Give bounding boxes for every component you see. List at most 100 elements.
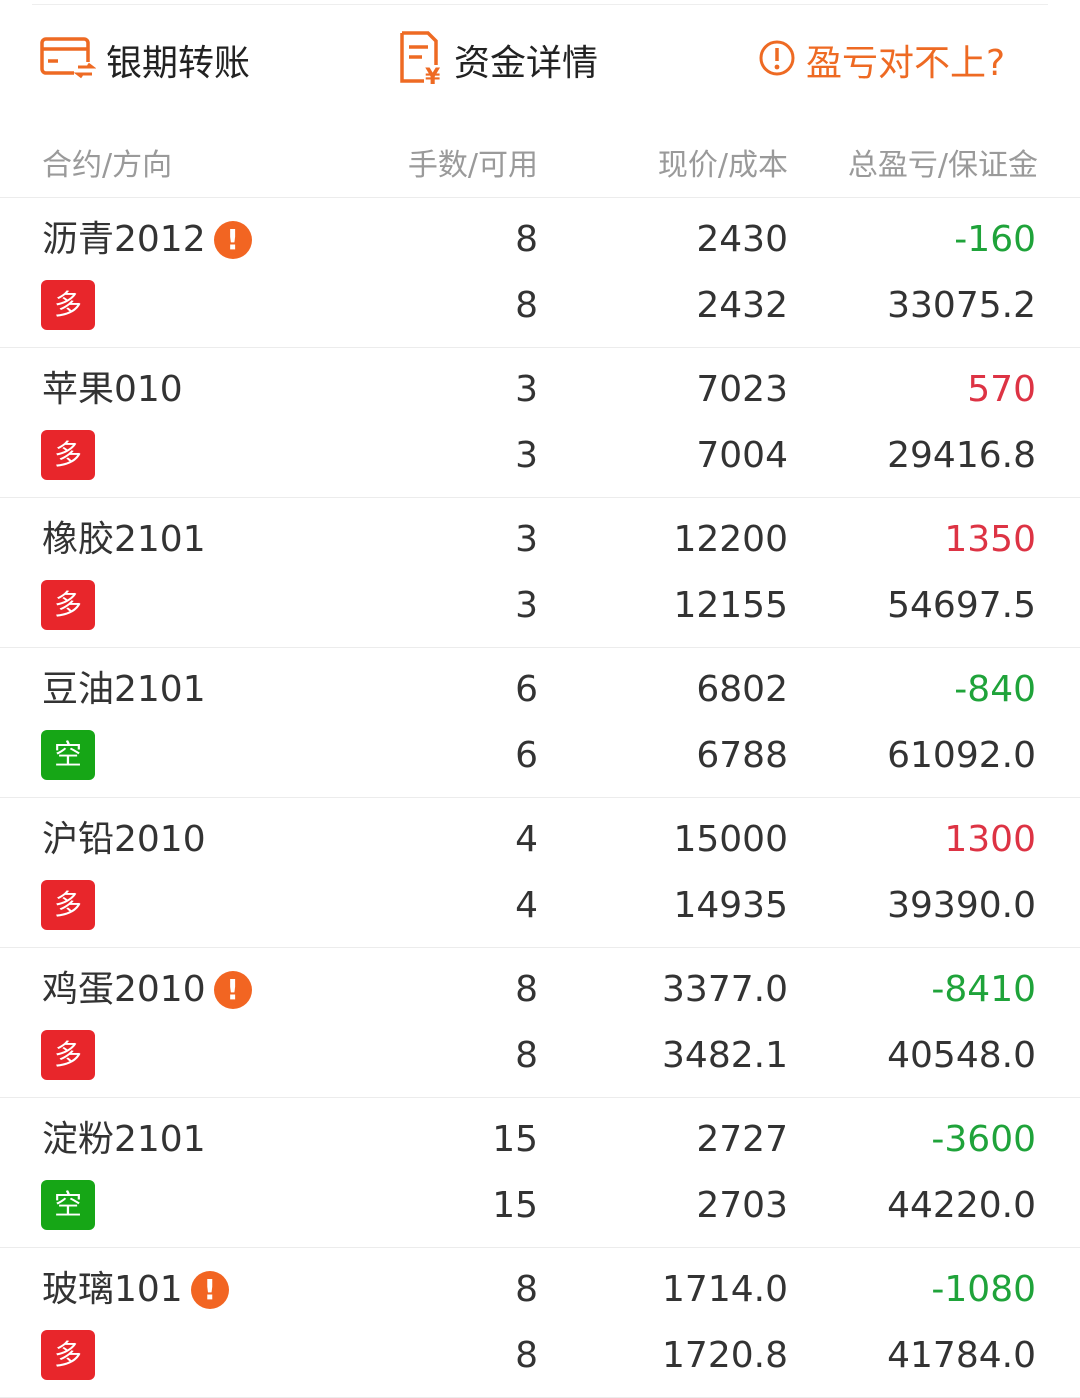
contract-name-text: 淀粉2101 xyxy=(42,1119,206,1160)
cost-price: 1720.8 xyxy=(662,1335,788,1376)
position-row[interactable]: 淀粉2101 空 15 15 2727 2703 -3600 44220.0 xyxy=(0,1098,1080,1248)
position-row[interactable]: 沥青2012! 多 8 8 2430 2432 -160 33075.2 xyxy=(0,198,1080,348)
position-row[interactable]: 橡胶2101 多 3 3 12200 12155 1350 54697.5 xyxy=(0,498,1080,648)
contract-name: 沥青2012! xyxy=(42,218,252,262)
lots: 4 xyxy=(515,819,538,860)
total-pnl: 1350 xyxy=(944,519,1036,560)
pnl-mismatch-label: 盈亏对不上? xyxy=(806,43,1006,84)
cost-price: 7004 xyxy=(696,435,788,476)
cost-price: 2703 xyxy=(696,1185,788,1226)
pnl-mismatch-button[interactable]: 盈亏对不上? xyxy=(758,32,1005,88)
header-lots-available: 手数/可用 xyxy=(407,148,538,183)
direction-badge: 多 xyxy=(41,280,95,330)
cost-price: 6788 xyxy=(696,735,788,776)
lots: 8 xyxy=(515,1269,538,1310)
current-price: 2430 xyxy=(696,219,788,260)
available-lots: 8 xyxy=(515,1035,538,1076)
current-price: 12200 xyxy=(673,519,788,560)
position-row[interactable]: 鸡蛋2010! 多 8 8 3377.0 3482.1 -8410 40548.0 xyxy=(0,948,1080,1098)
lots: 3 xyxy=(515,369,538,410)
total-pnl: -8410 xyxy=(931,969,1036,1010)
lots: 3 xyxy=(515,519,538,560)
current-price: 2727 xyxy=(696,1119,788,1160)
contract-name: 豆油2101 xyxy=(42,668,206,712)
available-lots: 4 xyxy=(515,885,538,926)
cost-price: 3482.1 xyxy=(662,1035,788,1076)
margin: 33075.2 xyxy=(887,285,1036,326)
contract-name: 苹果010 xyxy=(42,368,183,412)
contract-name-text: 豆油2101 xyxy=(42,669,206,710)
position-row[interactable]: 沪铅2010 多 4 4 15000 14935 1300 39390.0 xyxy=(0,798,1080,948)
cost-price: 2432 xyxy=(696,285,788,326)
margin: 29416.8 xyxy=(887,435,1036,476)
header-pnl-margin: 总盈亏/保证金 xyxy=(847,148,1038,183)
available-lots: 8 xyxy=(515,285,538,326)
contract-name: 沪铅2010 xyxy=(42,818,206,862)
total-pnl: -3600 xyxy=(931,1119,1036,1160)
lots: 6 xyxy=(515,669,538,710)
fund-details-button[interactable]: ¥ 资金详情 xyxy=(398,30,599,90)
total-pnl: 570 xyxy=(967,369,1036,410)
total-pnl: 1300 xyxy=(944,819,1036,860)
contract-name-text: 苹果010 xyxy=(42,369,183,410)
margin: 44220.0 xyxy=(887,1185,1036,1226)
lots: 8 xyxy=(515,219,538,260)
direction-badge: 空 xyxy=(41,1180,95,1230)
cost-price: 14935 xyxy=(673,885,788,926)
margin: 61092.0 xyxy=(887,735,1036,776)
margin: 41784.0 xyxy=(887,1335,1036,1376)
available-lots: 3 xyxy=(515,585,538,626)
fund-details-label: 资金详情 xyxy=(454,43,599,84)
direction-badge: 多 xyxy=(41,1330,95,1380)
current-price: 15000 xyxy=(673,819,788,860)
direction-badge: 多 xyxy=(41,880,95,930)
warning-icon[interactable]: ! xyxy=(213,971,252,1009)
fund-document-icon: ¥ xyxy=(398,30,444,90)
cost-price: 12155 xyxy=(673,585,788,626)
direction-badge: 空 xyxy=(41,730,95,780)
current-price: 1714.0 xyxy=(662,1269,788,1310)
contract-name: 橡胶2101 xyxy=(42,518,206,562)
contract-name-text: 沥青2012 xyxy=(42,219,206,260)
warning-icon[interactable]: ! xyxy=(213,221,252,259)
contract-name: 鸡蛋2010! xyxy=(42,968,252,1012)
available-lots: 3 xyxy=(515,435,538,476)
direction-badge: 多 xyxy=(41,1030,95,1080)
toolbar: 银期转账 ¥ 资金详情 盈亏对不上? xyxy=(0,0,1080,120)
current-price: 6802 xyxy=(696,669,788,710)
position-row[interactable]: 苹果010 多 3 3 7023 7004 570 29416.8 xyxy=(0,348,1080,498)
contract-name-text: 沪铅2010 xyxy=(42,819,206,860)
available-lots: 15 xyxy=(492,1185,538,1226)
available-lots: 6 xyxy=(515,735,538,776)
available-lots: 8 xyxy=(515,1335,538,1376)
position-row[interactable]: 玻璃101! 多 8 8 1714.0 1720.8 -1080 41784.0 xyxy=(0,1248,1080,1398)
contract-name: 淀粉2101 xyxy=(42,1118,206,1162)
current-price: 7023 xyxy=(696,369,788,410)
contract-name-text: 玻璃101 xyxy=(42,1269,183,1310)
exclamation-circle-icon xyxy=(758,39,796,81)
warning-icon[interactable]: ! xyxy=(190,1271,229,1309)
position-row[interactable]: 豆油2101 空 6 6 6802 6788 -840 61092.0 xyxy=(0,648,1080,798)
contract-name-text: 橡胶2101 xyxy=(42,519,206,560)
margin: 39390.0 xyxy=(887,885,1036,926)
total-pnl: -160 xyxy=(954,219,1036,260)
bank-futures-transfer-button[interactable]: 银期转账 xyxy=(40,32,250,88)
positions-list: 沥青2012! 多 8 8 2430 2432 -160 33075.2 苹果010 多 3 3 702… xyxy=(0,198,1080,1398)
direction-badge: 多 xyxy=(41,430,95,480)
lots: 15 xyxy=(492,1119,538,1160)
contract-name-text: 鸡蛋2010 xyxy=(42,969,206,1010)
svg-text:¥: ¥ xyxy=(425,65,441,86)
positions-table-header: 合约/方向 手数/可用 现价/成本 总盈亏/保证金 xyxy=(0,120,1080,198)
header-contract-direction: 合约/方向 xyxy=(42,148,173,183)
total-pnl: -840 xyxy=(954,669,1036,710)
contract-name: 玻璃101! xyxy=(42,1268,229,1312)
bank-futures-transfer-label: 银期转账 xyxy=(106,43,251,84)
margin: 40548.0 xyxy=(887,1035,1036,1076)
margin: 54697.5 xyxy=(887,585,1036,626)
current-price: 3377.0 xyxy=(662,969,788,1010)
header-price-cost: 现价/成本 xyxy=(657,148,788,183)
direction-badge: 多 xyxy=(41,580,95,630)
total-pnl: -1080 xyxy=(931,1269,1036,1310)
lots: 8 xyxy=(515,969,538,1010)
bank-card-transfer-icon xyxy=(40,36,97,84)
